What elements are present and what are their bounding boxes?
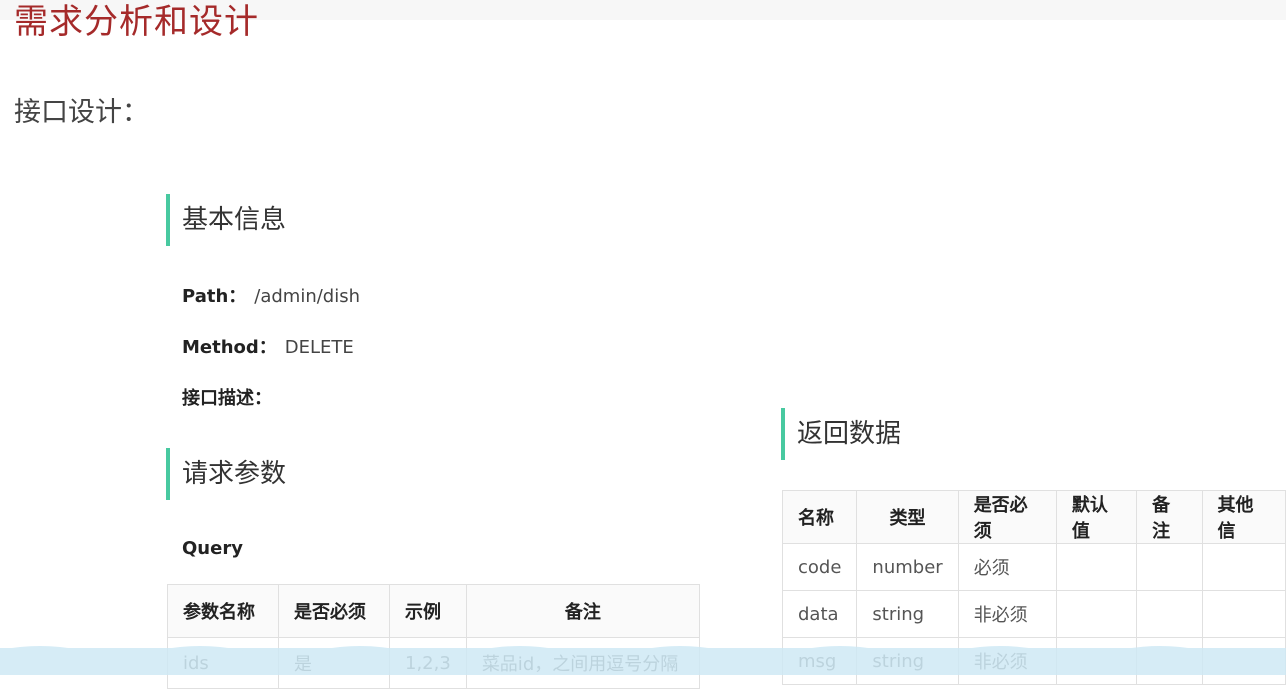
- column-header: 默认值: [1055, 490, 1138, 544]
- table-cell: [1055, 590, 1138, 638]
- wave-overlay: [0, 646, 1286, 675]
- page-title: 需求分析和设计: [14, 2, 259, 42]
- column-header: 名称: [781, 490, 858, 544]
- table-header-row: 名称 类型 是否必须 默认值 备注 其他信: [781, 490, 1286, 544]
- table-cell: [1136, 543, 1203, 591]
- path-value: /admin/dish: [254, 286, 361, 307]
- wave-shape: [0, 646, 1286, 675]
- table-cell: 非必须: [957, 590, 1057, 638]
- column-header: 备注: [465, 584, 701, 638]
- column-header: 其他信: [1201, 490, 1286, 544]
- table-cell: data: [781, 590, 858, 638]
- path-label: Path：: [182, 286, 247, 307]
- table-cell: [1136, 590, 1203, 638]
- table-cell: [1201, 590, 1286, 638]
- query-label: Query: [182, 538, 243, 559]
- table-cell: code: [781, 543, 858, 591]
- table-header-row: 参数名称 是否必须 示例 备注: [167, 584, 701, 638]
- column-header: 示例: [389, 584, 467, 638]
- table-cell: 必须: [957, 543, 1057, 591]
- column-header: 是否必须: [278, 584, 390, 638]
- basic-info-heading: 基本信息: [166, 194, 286, 246]
- method-row: Method： DELETE: [182, 335, 354, 361]
- path-row: Path： /admin/dish: [182, 284, 360, 310]
- table-cell: [1201, 543, 1286, 591]
- table-cell: number: [856, 543, 959, 591]
- response-data-heading: 返回数据: [781, 408, 901, 460]
- request-params-heading: 请求参数: [166, 448, 286, 500]
- column-header: 备注: [1136, 490, 1203, 544]
- description-row: 接口描述：: [182, 386, 272, 412]
- column-header: 参数名称: [167, 584, 279, 638]
- table-row: data string 非必须: [781, 590, 1286, 638]
- table-cell: string: [856, 590, 959, 638]
- description-label: 接口描述：: [182, 388, 272, 409]
- table-cell: [1055, 543, 1138, 591]
- method-value: DELETE: [284, 337, 354, 358]
- page-subtitle: 接口设计：: [14, 97, 149, 128]
- column-header: 是否必须: [957, 490, 1057, 544]
- column-header: 类型: [856, 490, 959, 544]
- method-label: Method：: [182, 337, 277, 358]
- table-row: code number 必须: [781, 543, 1286, 591]
